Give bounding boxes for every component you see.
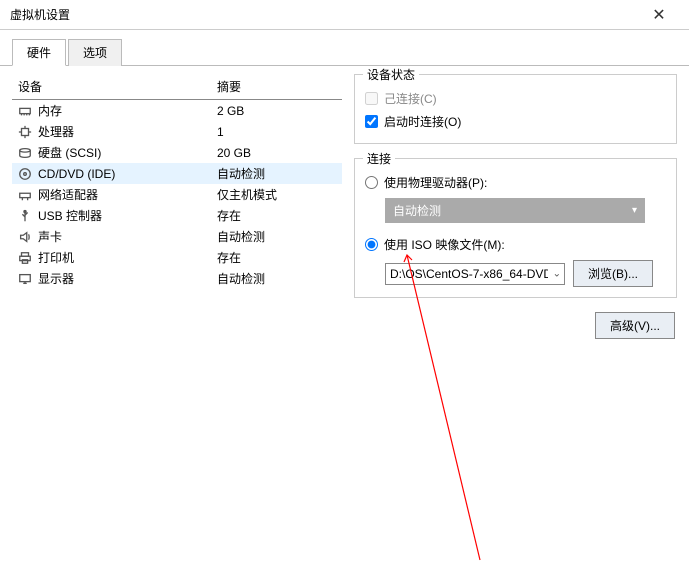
device-summary: 1 [211, 121, 342, 142]
iso-radio[interactable] [365, 238, 378, 251]
device-summary: 自动检测 [211, 163, 342, 184]
physical-drive-radio[interactable] [365, 176, 378, 189]
tab-hardware[interactable]: 硬件 [12, 39, 66, 66]
device-name: 显示器 [38, 270, 74, 287]
cpu-icon [18, 125, 32, 139]
connected-label: 己连接(C) [384, 90, 437, 107]
device-summary: 自动检测 [211, 268, 342, 289]
titlebar: 虚拟机设置 ✕ [0, 0, 689, 30]
window-title: 虚拟机设置 [10, 6, 70, 23]
device-name: 内存 [38, 102, 62, 119]
device-summary: 2 GB [211, 100, 342, 122]
device-status-legend: 设备状态 [363, 66, 419, 83]
usb-icon [18, 209, 32, 223]
connect-at-power-checkbox-row[interactable]: 启动时连接(O) [365, 110, 666, 133]
browse-button[interactable]: 浏览(B)... [573, 260, 653, 287]
iso-label: 使用 ISO 映像文件(M): [384, 236, 505, 253]
device-status-group: 设备状态 己连接(C) 启动时连接(O) [354, 74, 677, 144]
col-summary: 摘要 [211, 74, 342, 100]
device-table: 设备 摘要 内存2 GB处理器1硬盘 (SCSI)20 GBCD/DVD (ID… [12, 74, 342, 289]
physical-drive-combo: 自动检测 ▾ [385, 198, 645, 223]
device-summary: 仅主机模式 [211, 184, 342, 205]
table-row[interactable]: CD/DVD (IDE) 自动检测 [12, 163, 342, 184]
table-row[interactable]: 显示器 自动检测 [12, 268, 342, 289]
settings-panel: 设备状态 己连接(C) 启动时连接(O) 连接 使用物理驱动器(P): 自动检测… [354, 74, 677, 572]
device-name: CD/DVD (IDE) [38, 167, 115, 181]
device-summary: 20 GB [211, 142, 342, 163]
table-row[interactable]: 处理器 1 [12, 121, 342, 142]
table-row[interactable]: USB 控制器 存在 [12, 205, 342, 226]
device-summary: 存在 [211, 247, 342, 268]
advanced-button[interactable]: 高级(V)... [595, 312, 675, 339]
device-name: 声卡 [38, 228, 62, 245]
device-name: 网络适配器 [38, 186, 98, 203]
disk-icon [18, 146, 32, 160]
printer-icon [18, 251, 32, 265]
device-summary: 存在 [211, 205, 342, 226]
connected-checkbox [365, 92, 378, 105]
device-name: 打印机 [38, 249, 74, 266]
table-row[interactable]: 硬盘 (SCSI) 20 GB [12, 142, 342, 163]
iso-path-input[interactable] [385, 263, 565, 285]
connected-checkbox-row[interactable]: 己连接(C) [365, 87, 666, 110]
device-summary: 自动检测 [211, 226, 342, 247]
connect-at-power-label: 启动时连接(O) [384, 113, 461, 130]
device-name: 硬盘 (SCSI) [38, 144, 101, 161]
tab-row: 硬件 选项 [0, 30, 689, 66]
physical-drive-radio-row[interactable]: 使用物理驱动器(P): [365, 171, 666, 194]
physical-drive-label: 使用物理驱动器(P): [384, 174, 487, 191]
col-device: 设备 [12, 74, 211, 100]
table-row[interactable]: 打印机 存在 [12, 247, 342, 268]
table-row[interactable]: 内存 2 GB [12, 100, 342, 122]
display-icon [18, 272, 32, 286]
physical-drive-combo-value: 自动检测 [393, 202, 441, 219]
network-icon [18, 188, 32, 202]
tab-options[interactable]: 选项 [68, 39, 122, 66]
close-icon[interactable]: ✕ [639, 5, 679, 25]
table-row[interactable]: 声卡 自动检测 [12, 226, 342, 247]
memory-icon [18, 104, 32, 118]
sound-icon [18, 230, 32, 244]
device-name: 处理器 [38, 123, 74, 140]
chevron-down-icon: ▾ [632, 205, 637, 216]
table-row[interactable]: 网络适配器 仅主机模式 [12, 184, 342, 205]
device-list-panel: 设备 摘要 内存2 GB处理器1硬盘 (SCSI)20 GBCD/DVD (ID… [12, 74, 342, 572]
connect-at-power-checkbox[interactable] [365, 115, 378, 128]
cd-icon [18, 167, 32, 181]
iso-radio-row[interactable]: 使用 ISO 映像文件(M): [365, 233, 666, 256]
device-name: USB 控制器 [38, 207, 102, 224]
connection-group: 连接 使用物理驱动器(P): 自动检测 ▾ 使用 ISO 映像文件(M): ⌄ [354, 158, 677, 298]
connection-legend: 连接 [363, 150, 395, 167]
